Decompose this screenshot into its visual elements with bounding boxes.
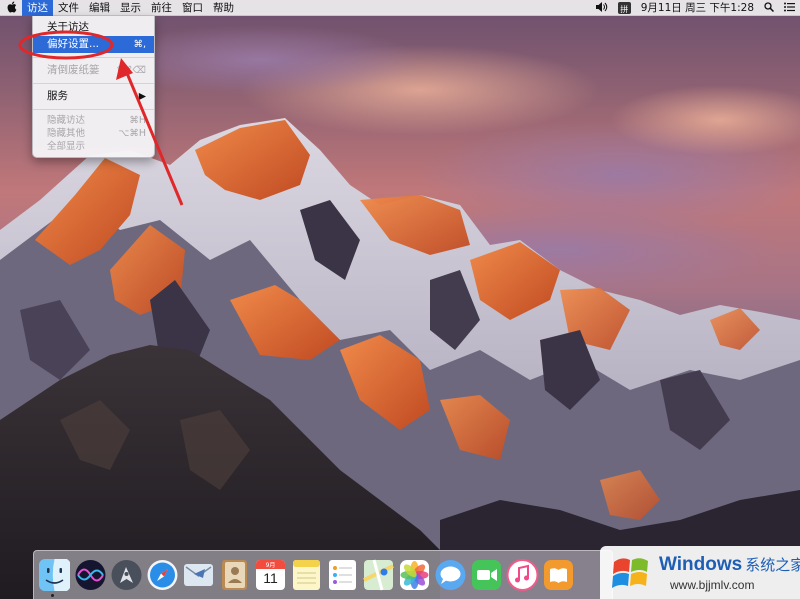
watermark-url: www.bjjmlv.com (670, 578, 755, 592)
volume-icon[interactable] (591, 0, 613, 16)
notes-icon[interactable] (290, 558, 323, 592)
calendar-icon[interactable]: 9月 11 (254, 558, 287, 592)
menu-file[interactable]: 文件 (53, 0, 84, 16)
ibooks-icon[interactable] (542, 558, 575, 592)
launchpad-icon[interactable] (110, 558, 143, 592)
menu-item-about-finder[interactable]: 关于访达 (33, 19, 154, 36)
menu-view[interactable]: 显示 (115, 0, 146, 16)
menu-window[interactable]: 窗口 (177, 0, 208, 16)
menu-item-services[interactable]: 服务 ▶ (33, 88, 154, 105)
menu-item-hide-finder: 隐藏访达 ⌘H (47, 115, 146, 126)
maps-icon[interactable] (362, 558, 395, 592)
safari-icon[interactable] (146, 558, 179, 592)
finder-menu-dropdown: 关于访达 偏好设置... ⌘, 清倒废纸篓 ⇧⌘⌫ 服务 ▶ 隐藏访达 ⌘H 隐… (32, 16, 155, 158)
status-area: 拼 9月11日 周三 下午1:28 (591, 0, 800, 16)
input-method-indicator[interactable]: 拼 (617, 1, 631, 14)
menu-separator (33, 83, 154, 84)
spotlight-search-icon[interactable] (759, 0, 779, 16)
menu-separator (33, 109, 154, 110)
menu-item-hide-others: 隐藏其他 ⌥⌘H (47, 128, 146, 139)
submenu-arrow-icon: ▶ (138, 91, 146, 102)
facetime-icon[interactable] (470, 558, 503, 592)
siri-icon[interactable] (74, 558, 107, 592)
notification-center-icon[interactable] (779, 0, 800, 16)
photos-icon[interactable] (398, 558, 431, 592)
contacts-icon[interactable] (218, 558, 251, 592)
watermark-title: Windows 系统之家 (659, 554, 800, 575)
apple-logo-icon[interactable] (0, 0, 22, 16)
menubar-clock[interactable]: 9月11日 周三 下午1:28 (636, 0, 759, 16)
menu-separator (33, 57, 154, 58)
itunes-icon[interactable] (506, 558, 539, 592)
finder-icon[interactable] (38, 558, 71, 592)
dock: 9月 11 (33, 550, 613, 599)
menu-item-preferences[interactable]: 偏好设置... ⌘, (33, 36, 154, 53)
menu-bar: 访达 文件 编辑 显示 前往 窗口 帮助 拼 9月11日 周三 下午1:28 (0, 0, 800, 16)
calendar-day-label: 11 (263, 570, 278, 586)
messages-icon[interactable] (434, 558, 467, 592)
menu-help[interactable]: 帮助 (208, 0, 239, 16)
reminders-icon[interactable] (326, 558, 359, 592)
running-indicator (51, 594, 54, 597)
menu-edit[interactable]: 编辑 (84, 0, 115, 16)
windows-logo-icon (612, 558, 648, 588)
menu-item-show-all: 全部显示 (47, 141, 86, 152)
menu-item-empty-trash: 清倒废纸篓 ⇧⌘⌫ (47, 64, 146, 76)
calendar-month-label: 9月 (265, 562, 276, 569)
mail-icon[interactable] (182, 558, 215, 592)
menu-finder[interactable]: 访达 (22, 0, 53, 16)
menu-go[interactable]: 前往 (146, 0, 177, 16)
watermark: Windows 系统之家 www.bjjmlv.com (600, 546, 800, 599)
